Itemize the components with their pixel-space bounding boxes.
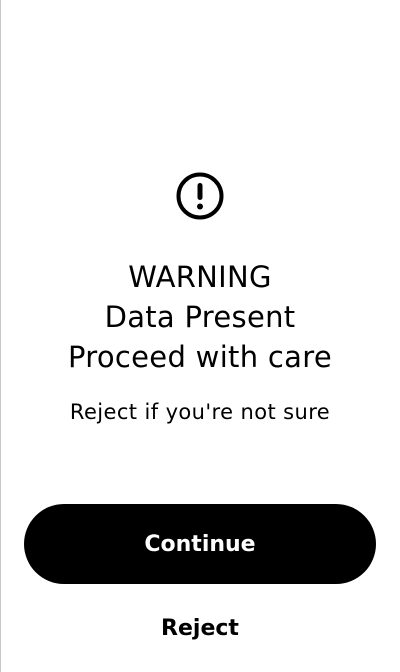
continue-button[interactable]: Continue [24, 504, 376, 584]
warning-subtext: Reject if you're not sure [69, 400, 331, 424]
warning-headline: WARNING Data Present Proceed with care [0, 257, 400, 377]
reject-button[interactable]: Reject [100, 608, 300, 648]
exclamation-circle-icon [176, 172, 224, 220]
headline-line-1: WARNING [128, 260, 272, 294]
headline-line-3: Proceed with care [68, 340, 332, 374]
headline-line-2: Data Present [104, 300, 296, 334]
